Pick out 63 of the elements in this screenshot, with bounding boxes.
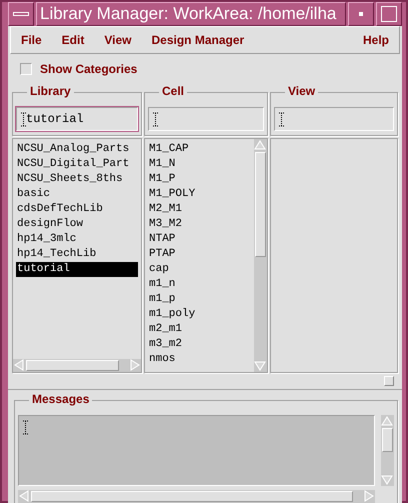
list-item[interactable]: tutorial [16,262,138,277]
list-item[interactable]: m1_poly [148,307,251,322]
menu-item[interactable]: View [104,33,132,47]
list-item[interactable]: M1_N [148,157,251,172]
minimize-icon [359,12,363,16]
list-item[interactable]: m1_p [148,292,251,307]
arrow-down-icon[interactable] [254,360,266,372]
checkbox-label: Show Categories [40,62,138,76]
menu-item[interactable]: Edit [62,33,84,47]
menu-item[interactable]: Help [362,33,389,47]
list-item[interactable]: m1_n [148,277,251,292]
list-item[interactable]: M1_P [148,172,251,187]
arrow-left-icon[interactable] [18,490,30,502]
horizontal-scrollbar[interactable] [18,490,375,503]
list-item[interactable]: designFlow [16,217,138,232]
column-title: View [285,84,318,98]
list-item[interactable]: NTAP [148,232,251,247]
vertical-scrollbar[interactable] [254,139,267,372]
arrow-up-icon[interactable] [254,139,266,151]
menu-item[interactable]: Design Manager [151,33,244,47]
minimize-button[interactable] [348,2,374,26]
arrow-down-icon[interactable] [381,474,393,486]
window-title: Library Manager: WorkArea: /home/ilha [36,2,346,26]
checkbox[interactable] [20,63,32,75]
field-value: tutorial [26,112,84,126]
window-menu-button[interactable] [8,2,34,26]
input-field[interactable] [148,107,264,131]
pane-sash-handle[interactable] [384,376,394,386]
text-cursor-icon [153,112,158,126]
list-item[interactable]: NCSU_Digital_Part [16,157,138,172]
menu-item[interactable]: File [21,33,42,47]
arrow-right-icon[interactable] [129,359,141,371]
vertical-scrollbar[interactable] [381,415,394,486]
list-item[interactable]: hp14_TechLib [16,247,138,262]
input-field[interactable] [274,107,394,131]
text-cursor-icon [279,112,284,126]
column-title: Cell [159,84,188,98]
list-item[interactable]: M2_M1 [148,202,251,217]
arrow-left-icon[interactable] [13,359,25,371]
list-item[interactable]: basic [16,187,138,202]
maximize-icon [381,6,397,22]
window-menu-icon [13,12,29,16]
maximize-button[interactable] [376,2,402,26]
list-item[interactable]: nmos [148,352,251,367]
input-field[interactable]: tutorial [16,107,138,131]
list-item[interactable]: M3_M2 [148,217,251,232]
list-item[interactable]: m3_m2 [148,337,251,352]
horizontal-scrollbar[interactable] [13,359,141,372]
list-item[interactable]: M1_POLY [148,187,251,202]
arrow-right-icon[interactable] [363,490,375,502]
list-item[interactable]: cap [148,262,251,277]
messages-title: Messages [29,392,92,406]
list-item[interactable]: m2_m1 [148,322,251,337]
list-item[interactable]: PTAP [148,247,251,262]
text-cursor-icon [23,420,28,435]
list-item[interactable]: hp14_3mlc [16,232,138,247]
arrow-up-icon[interactable] [381,415,393,427]
column-title: Library [27,84,74,98]
list-item[interactable]: M1_CAP [148,142,251,157]
list-item[interactable]: NCSU_Analog_Parts [16,142,138,157]
list-item[interactable]: NCSU_Sheets_8ths [16,172,138,187]
text-cursor-icon [21,112,26,126]
list-item[interactable]: cdsDefTechLib [16,202,138,217]
